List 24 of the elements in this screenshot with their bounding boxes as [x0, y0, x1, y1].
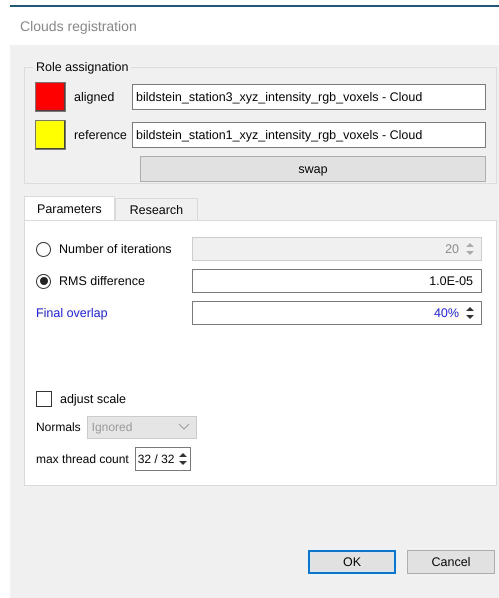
role-label: aligned — [73, 90, 116, 104]
option-label: Number of iterations — [59, 242, 172, 256]
radio-button[interactable] — [36, 274, 51, 288]
percent-field[interactable]: 40% — [192, 301, 482, 325]
field-label: max thread count — [36, 452, 129, 466]
window-title: Clouds registration — [20, 18, 137, 34]
dialog-button[interactable]: Cancel — [407, 550, 495, 574]
tab[interactable]: Parameters — [24, 196, 115, 220]
field-label: Normals — [36, 420, 81, 434]
checkbox[interactable] — [36, 391, 52, 407]
swap-button[interactable]: swap — [140, 156, 486, 182]
dialog-button[interactable]: OK — [308, 550, 396, 574]
checkbox-label: adjust scale — [60, 392, 126, 406]
role-label: reference — [73, 128, 128, 142]
field-label: Final overlap — [36, 306, 108, 320]
option-label: RMS difference — [59, 274, 145, 288]
cloud-name-field[interactable]: bildstein_station3_xyz_intensity_rgb_voxels - Cloud — [132, 84, 486, 110]
tab[interactable]: Research — [114, 198, 198, 220]
cloud-name-field[interactable]: bildstein_station1_xyz_intensity_rgb_voxels - Cloud — [132, 122, 486, 148]
thread-count-field[interactable]: 32 / 32 — [134, 447, 192, 471]
color-swatch-button[interactable] — [35, 82, 66, 112]
group-title: Role assignation — [35, 60, 130, 74]
number-field[interactable]: 1.0E-05 — [192, 269, 482, 293]
color-swatch-button[interactable] — [35, 120, 66, 150]
